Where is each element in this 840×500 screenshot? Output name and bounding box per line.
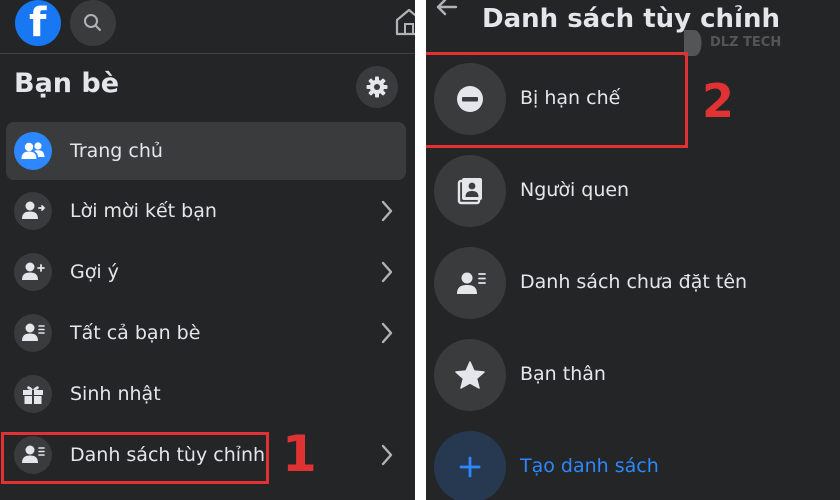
back-arrow-icon[interactable] <box>434 0 460 20</box>
list-item-label: Bạn thân <box>520 363 606 385</box>
sidebar-item-label: Sinh nhật <box>70 383 161 405</box>
create-list-label: Tạo danh sách <box>520 455 659 477</box>
sidebar-item-label: Lời mời kết bạn <box>70 200 217 222</box>
chevron-right-icon <box>381 200 393 222</box>
create-list-button[interactable]: Tạo danh sách <box>434 426 834 500</box>
sidebar-item-all-friends[interactable]: Tất cả bạn bè <box>6 304 406 362</box>
list-item-close-friends[interactable]: Bạn thân <box>434 334 834 414</box>
watermark-text: DLZ TECH <box>710 35 782 50</box>
search-button[interactable] <box>70 0 116 46</box>
list-item-label: Người quen <box>520 179 630 201</box>
friends-icon <box>14 132 52 170</box>
sidebar-item-birthdays[interactable]: Sinh nhật <box>6 365 406 423</box>
sidebar-item-label: Tất cả bạn bè <box>70 322 201 344</box>
chevron-right-icon <box>381 444 393 466</box>
facebook-logo-icon[interactable]: f <box>15 0 61 46</box>
gift-icon <box>14 375 52 413</box>
custom-lists-panel: Danh sách tùy chỉnh DLZ TECH Bị hạn chế … <box>426 0 840 500</box>
search-icon <box>84 14 101 31</box>
person-arrow-icon <box>14 192 52 230</box>
sidebar-item-label: Gợi ý <box>70 261 119 283</box>
friends-panel: f Bạn bè Trang chủ Lời mời kết bạn Gợi ý… <box>0 0 415 500</box>
sidebar-item-label: Trang chủ <box>70 140 163 162</box>
chevron-right-icon <box>381 322 393 344</box>
watermark-logo: DLZ TECH <box>680 26 796 60</box>
person-list-icon <box>434 247 506 319</box>
star-icon <box>434 339 506 411</box>
list-item-acquaintances[interactable]: Người quen <box>434 150 834 230</box>
chevron-right-icon <box>381 261 393 283</box>
contact-card-icon <box>434 155 506 227</box>
settings-button[interactable] <box>356 66 398 108</box>
page-title: Bạn bè <box>14 68 120 99</box>
step-number: 2 <box>702 74 735 128</box>
highlight-box <box>426 52 688 148</box>
highlight-box <box>1 432 269 484</box>
list-item-unnamed-list[interactable]: Danh sách chưa đặt tên <box>434 242 834 322</box>
sidebar-item-suggestions[interactable]: Gợi ý <box>6 243 406 301</box>
plus-icon <box>434 431 506 500</box>
gear-icon <box>366 76 388 98</box>
step-number: 1 <box>282 425 317 483</box>
home-icon[interactable] <box>395 8 415 36</box>
person-list-icon <box>14 314 52 352</box>
sidebar-item-friend-requests[interactable]: Lời mời kết bạn <box>6 182 406 240</box>
header-divider <box>0 53 415 54</box>
person-plus-icon <box>14 253 52 291</box>
list-item-label: Danh sách chưa đặt tên <box>520 271 748 293</box>
sidebar-item-home[interactable]: Trang chủ <box>6 122 406 180</box>
